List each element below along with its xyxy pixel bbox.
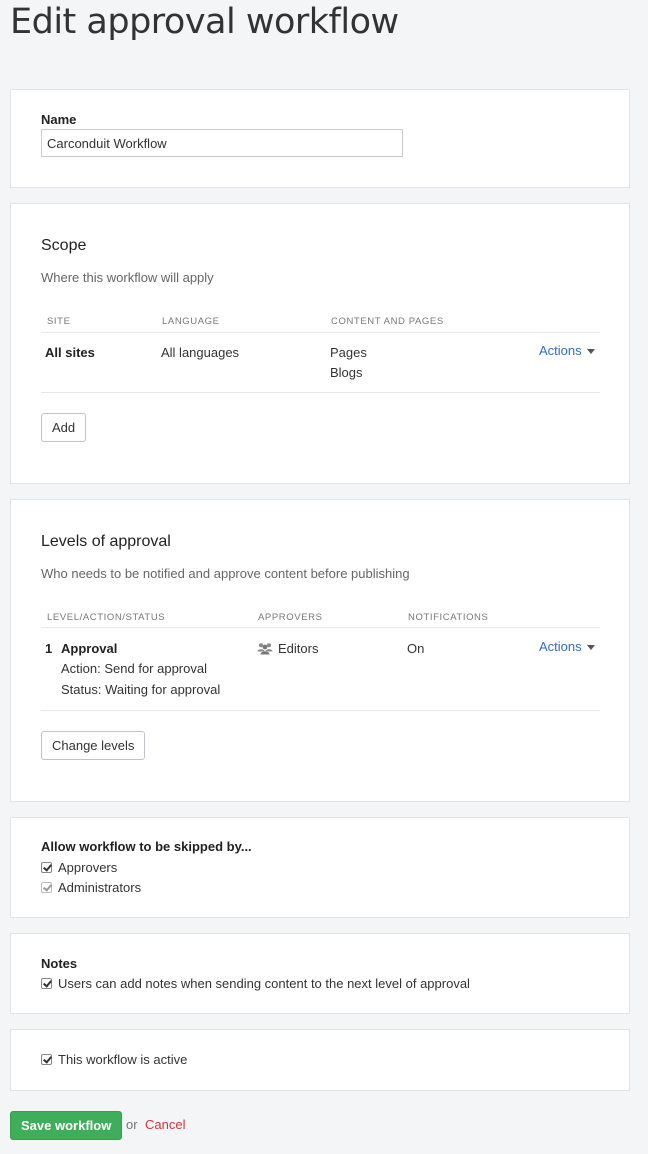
scope-content-blogs: Blogs — [330, 365, 363, 380]
skip-approvers-option[interactable]: Approvers — [41, 860, 117, 875]
save-workflow-button[interactable]: Save workflow — [10, 1111, 123, 1140]
levels-subheading: Who needs to be notified and approve con… — [41, 566, 410, 581]
level-actions-dropdown[interactable]: Actions — [539, 639, 595, 654]
scope-content-pages: Pages — [330, 345, 367, 360]
actions-label: Actions — [539, 639, 582, 654]
change-levels-button[interactable]: Change levels — [41, 731, 146, 760]
checkbox — [41, 882, 52, 893]
name-panel: Name — [10, 89, 630, 188]
column-header-approvers: APPROVERS — [258, 612, 323, 623]
levels-panel: Levels of approval Who needs to be notif… — [10, 499, 630, 802]
option-label: Approvers — [58, 860, 118, 875]
workflow-name-input[interactable] — [41, 129, 403, 157]
level-notifications: On — [407, 641, 425, 656]
scope-language: All languages — [161, 345, 240, 360]
level-number: 1 — [45, 641, 53, 656]
workflow-active-option[interactable]: This workflow is active — [41, 1052, 187, 1067]
checkbox[interactable] — [41, 862, 52, 873]
scope-subheading: Where this workflow will apply — [41, 270, 214, 285]
option-label: Administrators — [58, 880, 142, 895]
level-name: Approval — [61, 641, 118, 656]
name-label: Name — [41, 112, 77, 127]
scope-site: All sites — [45, 345, 95, 360]
notes-panel: Notes Users can add notes when sending c… — [10, 933, 630, 1014]
divider — [41, 332, 600, 333]
column-header-level: LEVEL/ACTION/STATUS — [47, 612, 166, 623]
option-label: Users can add notes when sending content… — [58, 976, 470, 991]
approvers-label: Editors — [278, 641, 319, 656]
notes-heading: Notes — [41, 956, 78, 971]
notes-option[interactable]: Users can add notes when sending content… — [41, 976, 470, 991]
cancel-link[interactable]: Cancel — [145, 1117, 185, 1132]
divider — [41, 710, 600, 711]
checkbox[interactable] — [41, 1054, 52, 1065]
skip-administrators-option: Administrators — [41, 880, 141, 895]
or-text: or — [126, 1117, 138, 1132]
scope-actions-dropdown[interactable]: Actions — [539, 343, 595, 358]
levels-heading: Levels of approval — [41, 533, 171, 550]
active-panel: This workflow is active — [10, 1029, 630, 1091]
level-action: Action: Send for approval — [61, 661, 207, 676]
checkbox[interactable] — [41, 978, 52, 989]
option-label: This workflow is active — [58, 1052, 188, 1067]
column-header-content: CONTENT AND PAGES — [331, 316, 444, 327]
level-approvers: Editors — [257, 639, 318, 659]
skip-heading: Allow workflow to be skipped by... — [41, 839, 252, 854]
scope-heading: Scope — [41, 237, 87, 254]
actions-label: Actions — [539, 343, 582, 358]
scope-panel: Scope Where this workflow will apply SIT… — [10, 203, 630, 484]
column-header-site: SITE — [47, 316, 71, 327]
page-title: Edit approval workflow — [10, 2, 399, 42]
caret-down-icon — [586, 645, 595, 651]
caret-down-icon — [586, 349, 595, 355]
level-status: Status: Waiting for approval — [61, 682, 221, 697]
column-header-language: LANGUAGE — [162, 316, 220, 327]
add-scope-button[interactable]: Add — [41, 413, 87, 442]
users-icon — [257, 643, 273, 655]
skip-panel: Allow workflow to be skipped by... Appro… — [10, 817, 630, 918]
divider — [41, 627, 600, 628]
divider — [41, 392, 600, 393]
column-header-notifications: NOTIFICATIONS — [408, 612, 489, 623]
